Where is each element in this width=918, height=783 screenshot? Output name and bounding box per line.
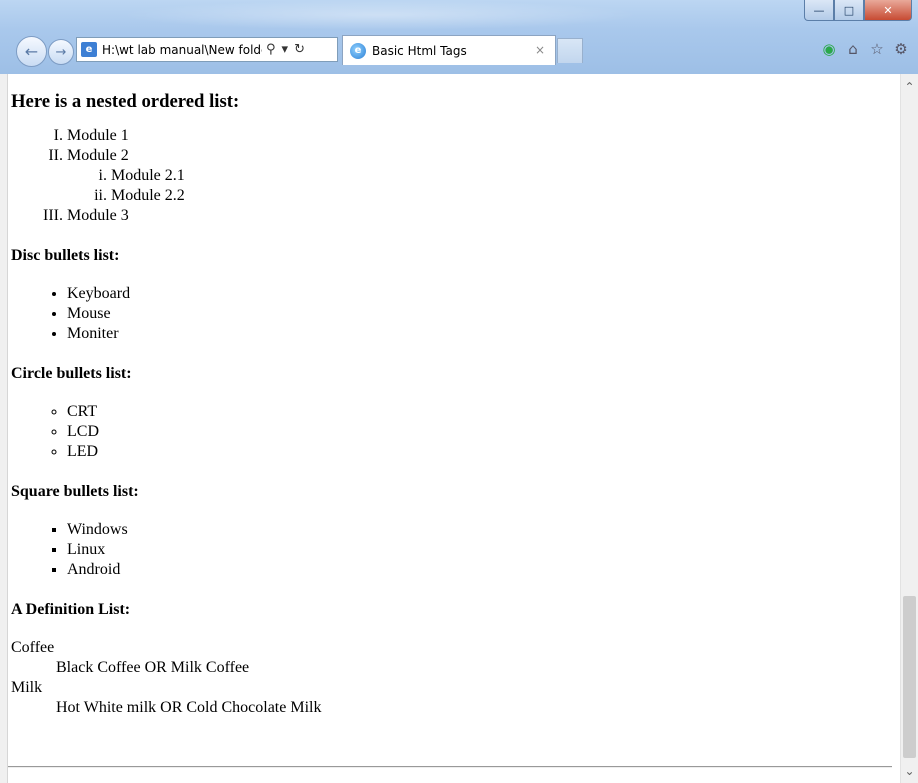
toolbar-right-icons: ◉ ⌂ ☆ ⚙ (820, 40, 910, 58)
address-bar[interactable]: e H:\wt lab manual\New folde ⚲ ▾ ↻ (76, 37, 338, 62)
back-button[interactable]: ← (16, 36, 47, 67)
list-item: Linux (67, 540, 896, 560)
arrow-left-icon: ← (24, 42, 39, 61)
square-list: Windows Linux Android (11, 520, 896, 580)
list-item-label: Module 1 (67, 127, 129, 144)
ie-tab-icon: e (350, 42, 366, 59)
list-item: Keyboard (67, 284, 896, 304)
page-ie-icon: e (81, 42, 97, 57)
tab-close-icon[interactable]: × (535, 43, 545, 57)
page-content: Here is a nested ordered list: Module 1 … (11, 74, 896, 718)
list-item-label: Module 2 (67, 147, 129, 164)
dropdown-icon[interactable]: ▾ (282, 42, 289, 57)
viewport-left-edge (0, 74, 8, 783)
definition-list-heading: A Definition List: (11, 601, 131, 618)
list-item: Module 2 Module 2.1 Module 2.2 (67, 146, 896, 206)
ordered-list-heading: Here is a nested ordered list: (11, 91, 240, 112)
forward-button[interactable]: → (48, 39, 74, 65)
circle-list-heading: Circle bullets list: (11, 365, 132, 382)
list-item: Android (67, 560, 896, 580)
browser-titlebar: — □ ✕ ← → e H:\wt lab manual\New folde ⚲… (0, 0, 918, 75)
close-window-button[interactable]: ✕ (864, 0, 912, 21)
vertical-scrollbar[interactable]: ⌃ ⌄ (900, 74, 918, 783)
list-item: Mouse (67, 304, 896, 324)
horizontal-rule (8, 766, 892, 768)
list-item: CRT (67, 402, 896, 422)
refresh-icon[interactable]: ↻ (294, 42, 305, 57)
minimize-button[interactable]: — (804, 0, 834, 21)
nested-ordered-list: Module 1 Module 2 Module 2.1 Module 2.2 … (11, 126, 896, 226)
list-item: Windows (67, 520, 896, 540)
home-icon[interactable]: ⌂ (844, 40, 862, 58)
tab-title: Basic Html Tags (372, 43, 467, 58)
scrollbar-thumb[interactable] (903, 596, 916, 758)
definition-description: Black Coffee OR Milk Coffee (56, 659, 250, 676)
favorites-star-icon[interactable]: ☆ (868, 40, 886, 58)
definition-description: Hot White milk OR Cold Chocolate Milk (56, 699, 322, 716)
disc-list-heading: Disc bullets list: (11, 247, 120, 264)
scroll-down-chevron-icon[interactable]: ⌄ (901, 762, 918, 779)
list-item-label: Module 3 (67, 207, 129, 224)
maximize-button[interactable]: □ (834, 0, 864, 21)
square-list-heading: Square bullets list: (11, 483, 139, 500)
nested-sublist: Module 2.1 Module 2.2 (67, 166, 896, 206)
list-item: LCD (67, 422, 896, 442)
window-controls: — □ ✕ (804, 0, 912, 21)
search-icon[interactable]: ⚲ (266, 42, 276, 57)
list-item: Module 1 (67, 126, 896, 146)
disc-list: Keyboard Mouse Moniter (11, 284, 896, 344)
sublist-item: Module 2.2 (111, 186, 896, 206)
page-viewport: Here is a nested ordered list: Module 1 … (0, 74, 918, 783)
new-tab-button[interactable] (557, 38, 583, 63)
scroll-up-chevron-icon[interactable]: ⌃ (901, 78, 918, 95)
list-item: LED (67, 442, 896, 462)
address-tools: ⚲ ▾ ↻ (266, 42, 305, 57)
sublist-item: Module 2.1 (111, 166, 896, 186)
address-input[interactable]: H:\wt lab manual\New folde (102, 43, 262, 57)
definition-term: Milk (11, 679, 43, 696)
arrow-right-icon: → (55, 44, 67, 60)
titlebar-glow (120, 0, 640, 30)
list-item: Module 3 (67, 206, 896, 226)
circle-list: CRT LCD LED (11, 402, 896, 462)
definition-term: Coffee (11, 639, 55, 656)
settings-gear-icon[interactable]: ⚙ (892, 40, 910, 58)
tab-basic-html-tags[interactable]: e Basic Html Tags × (342, 35, 556, 65)
definition-list: Coffee Black Coffee OR Milk Coffee Milk … (11, 638, 896, 718)
webslice-icon[interactable]: ◉ (820, 40, 838, 58)
list-item: Moniter (67, 324, 896, 344)
